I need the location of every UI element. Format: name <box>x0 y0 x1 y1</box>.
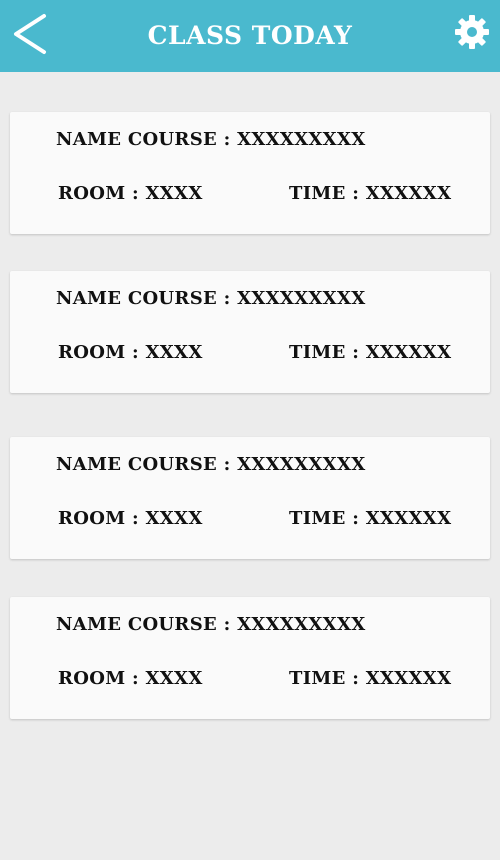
course-name: NAME COURSE : XXXXXXXXX <box>56 454 366 475</box>
time-label: TIME : XXXXXX <box>289 668 452 689</box>
settings-button[interactable] <box>452 12 492 52</box>
time-label: TIME : XXXXXX <box>289 342 452 363</box>
course-name: NAME COURSE : XXXXXXXXX <box>56 614 366 635</box>
class-card[interactable]: NAME COURSE : XXXXXXXXX ROOM : XXXX TIME… <box>10 271 490 393</box>
room-label: ROOM : XXXX <box>58 508 203 529</box>
room-label: ROOM : XXXX <box>58 183 203 204</box>
class-card[interactable]: NAME COURSE : XXXXXXXXX ROOM : XXXX TIME… <box>10 597 490 719</box>
room-label: ROOM : XXXX <box>58 668 203 689</box>
room-label: ROOM : XXXX <box>58 342 203 363</box>
class-card[interactable]: NAME COURSE : XXXXXXXXX ROOM : XXXX TIME… <box>10 112 490 234</box>
course-name: NAME COURSE : XXXXXXXXX <box>56 129 366 150</box>
page-title: CLASS TODAY <box>147 21 353 50</box>
back-button[interactable] <box>8 10 52 60</box>
time-label: TIME : XXXXXX <box>289 183 452 204</box>
time-label: TIME : XXXXXX <box>289 508 452 529</box>
app-header: CLASS TODAY <box>0 0 500 72</box>
chevron-left-icon <box>14 14 46 54</box>
gear-icon <box>455 15 489 49</box>
course-name: NAME COURSE : XXXXXXXXX <box>56 288 366 309</box>
class-card[interactable]: NAME COURSE : XXXXXXXXX ROOM : XXXX TIME… <box>10 437 490 559</box>
